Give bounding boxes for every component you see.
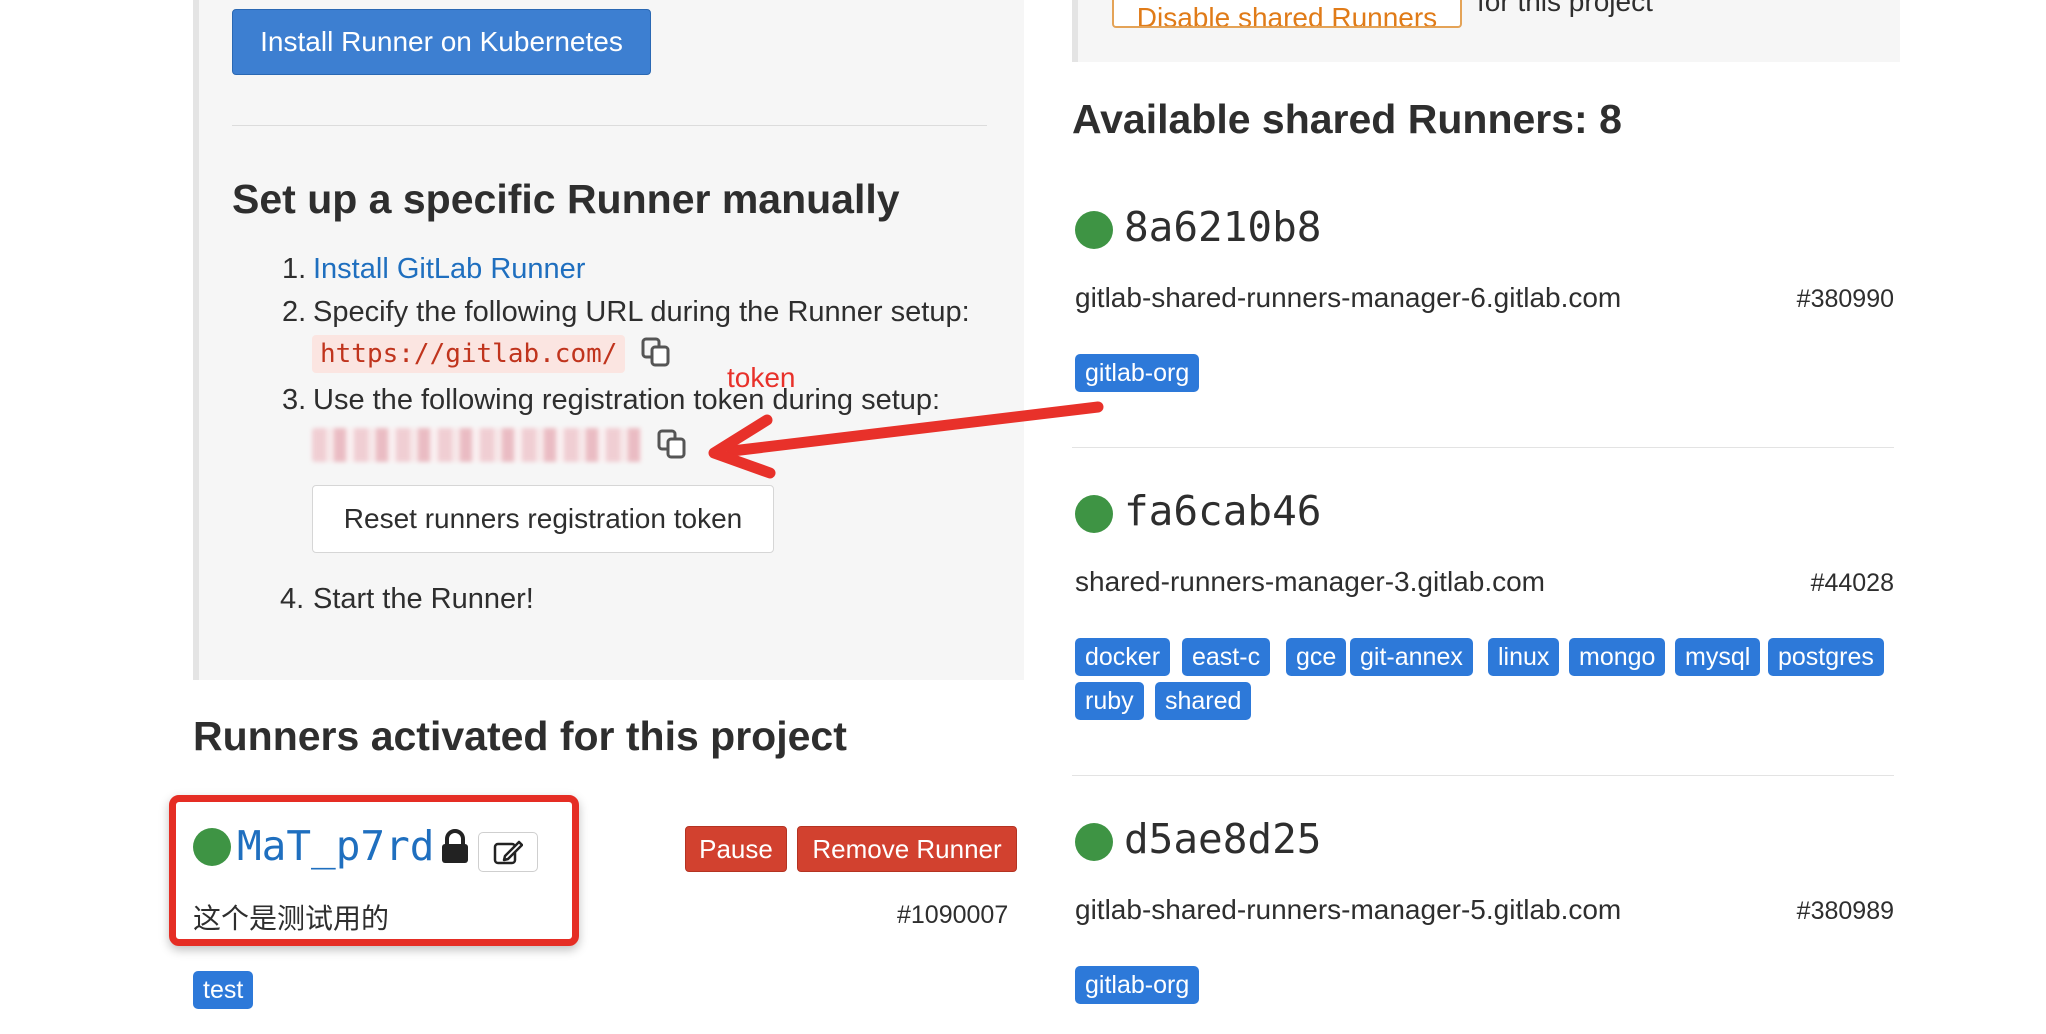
status-online-icon — [1075, 495, 1113, 533]
runner-tag: test — [193, 971, 254, 1009]
runner-tag: gce — [1286, 638, 1347, 676]
step-number: 4. — [280, 583, 305, 615]
runner-tag: postgres — [1768, 638, 1884, 676]
pause-runner-button[interactable]: Pause — [685, 826, 787, 872]
reset-registration-token-button[interactable]: Reset runners registration token — [312, 485, 774, 553]
remove-runner-button[interactable]: Remove Runner — [797, 826, 1017, 872]
step-text: Start the Runner! — [313, 583, 534, 615]
shared-runner-host: gitlab-shared-runners-manager-6.gitlab.c… — [1075, 282, 1622, 313]
step-number: 3. — [282, 384, 307, 416]
step-number: 1. — [282, 253, 307, 285]
runner-tag: mysql — [1675, 638, 1761, 676]
shared-runner-host: shared-runners-manager-3.gitlab.com — [1075, 566, 1545, 597]
runner-divider — [1072, 775, 1894, 776]
shared-runner-host: gitlab-shared-runners-manager-5.gitlab.c… — [1075, 894, 1622, 925]
panel-divider — [232, 125, 987, 126]
step-number: 2. — [282, 296, 307, 328]
runner-tag: mongo — [1569, 638, 1666, 676]
runner-divider — [1072, 447, 1894, 448]
runner-tag: docker — [1075, 638, 1171, 676]
registration-token-redacted — [312, 428, 642, 462]
status-online-icon — [1075, 823, 1113, 861]
activated-runners-heading: Runners activated for this project — [193, 713, 847, 759]
runner-tag: gitlab-org — [1075, 966, 1200, 1004]
runner-tag: shared — [1155, 682, 1252, 720]
available-shared-runners-heading: Available shared Runners: 8 — [1072, 96, 1622, 142]
copy-url-icon[interactable] — [640, 336, 672, 368]
shared-runner-name: d5ae8d25 — [1124, 815, 1322, 863]
step-text: Specify the following URL during the Run… — [313, 296, 970, 328]
shared-runner-id: #44028 — [1810, 569, 1894, 597]
status-online-icon — [1075, 211, 1113, 249]
shared-runner-name: fa6cab46 — [1124, 487, 1322, 535]
disable-shared-runners-button[interactable]: Disable shared Runners — [1112, 0, 1462, 28]
shared-runner-id: #380990 — [1796, 285, 1894, 313]
runner-tag: linux — [1488, 638, 1560, 676]
runner-tag: git-annex — [1350, 638, 1473, 676]
copy-token-icon[interactable] — [656, 428, 688, 460]
shared-runner-id: #380989 — [1796, 897, 1894, 925]
runner-url-code: https://gitlab.com/ — [312, 335, 626, 373]
disable-shared-suffix: for this project — [1477, 0, 1653, 17]
annotation-arrow — [700, 385, 1110, 485]
runner-id: #1090007 — [897, 901, 1009, 929]
runner-tag: east-c — [1182, 638, 1271, 676]
shared-runner-name: 8a6210b8 — [1124, 203, 1322, 251]
install-gitlab-runner-link[interactable]: Install GitLab Runner — [313, 253, 585, 286]
highlight-annotation-box — [169, 795, 579, 946]
setup-specific-runner-heading: Set up a specific Runner manually — [232, 176, 900, 222]
runner-tag: gitlab-org — [1075, 354, 1200, 392]
runner-tag: ruby — [1075, 682, 1144, 720]
install-runner-kubernetes-button[interactable]: Install Runner on Kubernetes — [232, 9, 651, 75]
